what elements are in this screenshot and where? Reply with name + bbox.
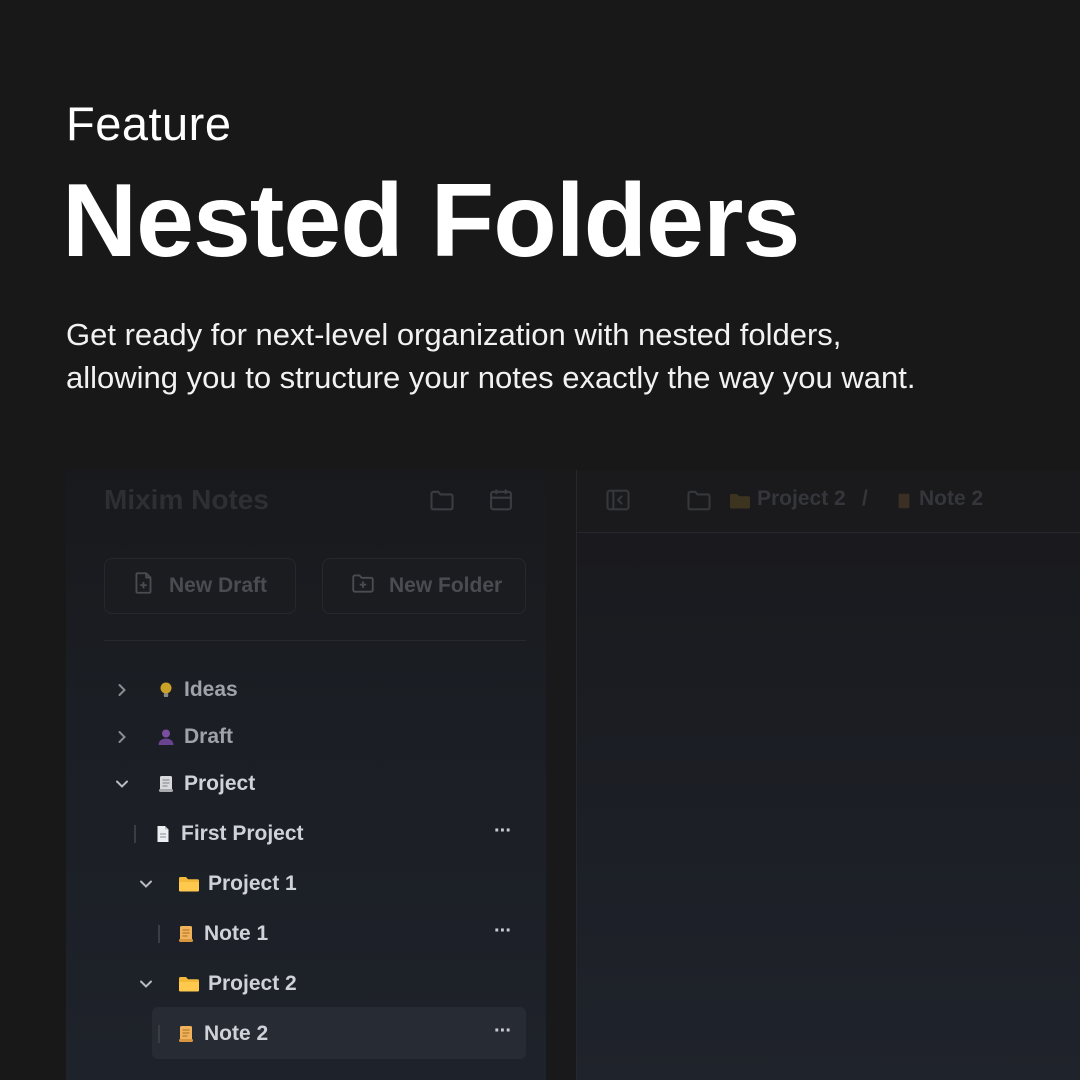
folder-icon[interactable] [428,486,456,514]
app-window: Mixim Notes New Draft New Folder Ideas D… [66,470,1080,1080]
new-folder-label: New Folder [389,574,503,597]
folder-icon [178,874,200,894]
tree-item-first-project[interactable]: First Project [153,809,304,859]
sidebar: Mixim Notes New Draft New Folder Ideas D… [66,470,546,1080]
tree-item-draft[interactable]: Draft [112,712,233,762]
tree-item-project-1[interactable]: Project 1 [136,859,297,909]
file-plus-icon [131,570,157,602]
more-options-icon[interactable]: ··· [494,820,512,843]
chevron-right-icon[interactable] [112,727,132,747]
tree-item-label: Ideas [184,678,238,701]
chevron-right-icon[interactable] [112,680,132,700]
calendar-icon[interactable] [487,486,515,514]
breadcrumb-note-icon [895,491,913,516]
tree-guide-line [158,925,160,943]
main-topbar: Project 2 / Note 2 [577,470,1080,533]
breadcrumb-folder[interactable]: Project 2 [757,487,846,511]
tree-item-label: Project 1 [208,872,297,895]
folder-plus-icon [349,570,377,602]
tree-item-project[interactable]: Project [112,759,255,809]
new-draft-label: New Draft [169,574,268,597]
tree-item-label: Note 2 [204,1022,269,1045]
chevron-down-icon[interactable] [136,874,156,894]
tree-item-project-2[interactable]: Project 2 [136,959,297,1009]
sidebar-gutter [546,470,576,1080]
new-draft-button[interactable]: New Draft [104,558,296,614]
tree-item-label: Project [184,772,256,795]
tree-guide-line [158,1025,160,1043]
tree-item-note-2[interactable]: Note 2 [176,1009,268,1059]
tree-item-label: Draft [184,725,234,748]
sidebar-collapse-icon[interactable] [604,486,632,519]
breadcrumb-note[interactable]: Note 2 [919,487,983,511]
scroll-icon [156,774,176,794]
hero-description-line-2: allowing you to structure your notes exa… [66,360,916,395]
more-options-icon[interactable]: ··· [494,920,512,943]
sidebar-separator [104,640,526,641]
hero-description: Get ready for next-level organization wi… [66,313,1026,399]
breadcrumb-folder-icon [729,491,751,516]
tree-item-ideas[interactable]: Ideas [112,665,238,715]
breadcrumb-separator: / [862,487,868,510]
chevron-down-icon[interactable] [136,974,156,994]
tree-item-label: Note 1 [204,922,269,945]
tree-item-note-1[interactable]: Note 1 [176,909,268,959]
hero-eyebrow: Feature [66,97,232,150]
folder-icon [178,974,200,994]
chevron-down-icon[interactable] [112,774,132,794]
document-icon [153,824,173,844]
note-icon [176,924,196,944]
new-folder-button[interactable]: New Folder [322,558,526,614]
folder-icon[interactable] [685,486,713,519]
more-options-icon[interactable]: ··· [494,1020,512,1043]
person-icon [156,727,176,747]
hero-title: Nested Folders [62,163,800,279]
lightbulb-icon [156,680,176,700]
hero-description-line-1: Get ready for next-level organization wi… [66,317,842,352]
tree-guide-line [134,825,136,843]
app-title: Mixim Notes [104,484,269,515]
tree-item-label: First Project [181,822,304,845]
note-icon [176,1024,196,1044]
tree-item-label: Project 2 [208,972,297,995]
main-pane: Project 2 / Note 2 [576,470,1080,1080]
